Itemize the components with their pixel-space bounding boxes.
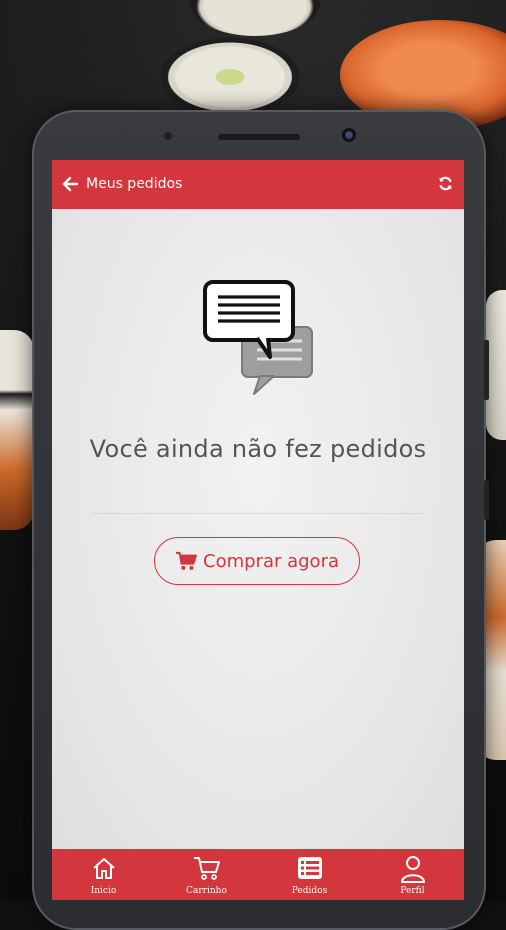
cart-icon	[176, 551, 197, 570]
app-bar: Meus pedidos	[52, 160, 464, 209]
nav-item-inicio[interactable]: Inicio	[52, 849, 155, 900]
nav-label: Perfil	[400, 886, 425, 896]
chat-bubbles-icon	[203, 280, 313, 395]
buy-now-button[interactable]: Comprar agora	[154, 537, 360, 585]
phone-side-button	[484, 480, 489, 520]
phone-speaker	[218, 134, 300, 140]
sushi-roll-decoration	[190, 0, 320, 36]
nav-label: Pedidos	[291, 886, 328, 896]
nav-item-carrinho[interactable]: Carrinho	[155, 849, 258, 900]
nav-label: Inicio	[90, 886, 117, 896]
nav-item-pedidos[interactable]: Pedidos	[258, 849, 361, 900]
user-icon	[400, 856, 425, 883]
phone-side-button	[484, 340, 489, 400]
bottom-nav: Inicio Carrinho Pedidos Perfil	[52, 849, 464, 900]
list-icon	[297, 857, 322, 879]
cart-icon	[193, 857, 220, 880]
page-title: Meus pedidos	[86, 176, 183, 192]
app-screen: Meus pedidos Você ainda não fez pedidos	[52, 160, 464, 900]
phone-camera	[342, 128, 356, 142]
empty-orders-message: Você ainda não fez pedidos	[89, 435, 427, 463]
divider	[92, 513, 424, 514]
nav-item-perfil[interactable]: Perfil	[361, 849, 464, 900]
arrow-left-icon[interactable]	[61, 175, 79, 193]
orders-content: Você ainda não fez pedidos Comprar agora	[52, 209, 464, 849]
refresh-icon[interactable]	[437, 175, 454, 192]
nav-label: Carrinho	[186, 886, 227, 896]
buy-now-label: Comprar agora	[203, 550, 339, 572]
sushi-decoration	[0, 330, 34, 530]
sushi-roll-decoration	[160, 38, 300, 116]
phone-sensor	[164, 132, 172, 140]
sushi-decoration	[486, 290, 506, 440]
home-icon	[92, 858, 115, 879]
